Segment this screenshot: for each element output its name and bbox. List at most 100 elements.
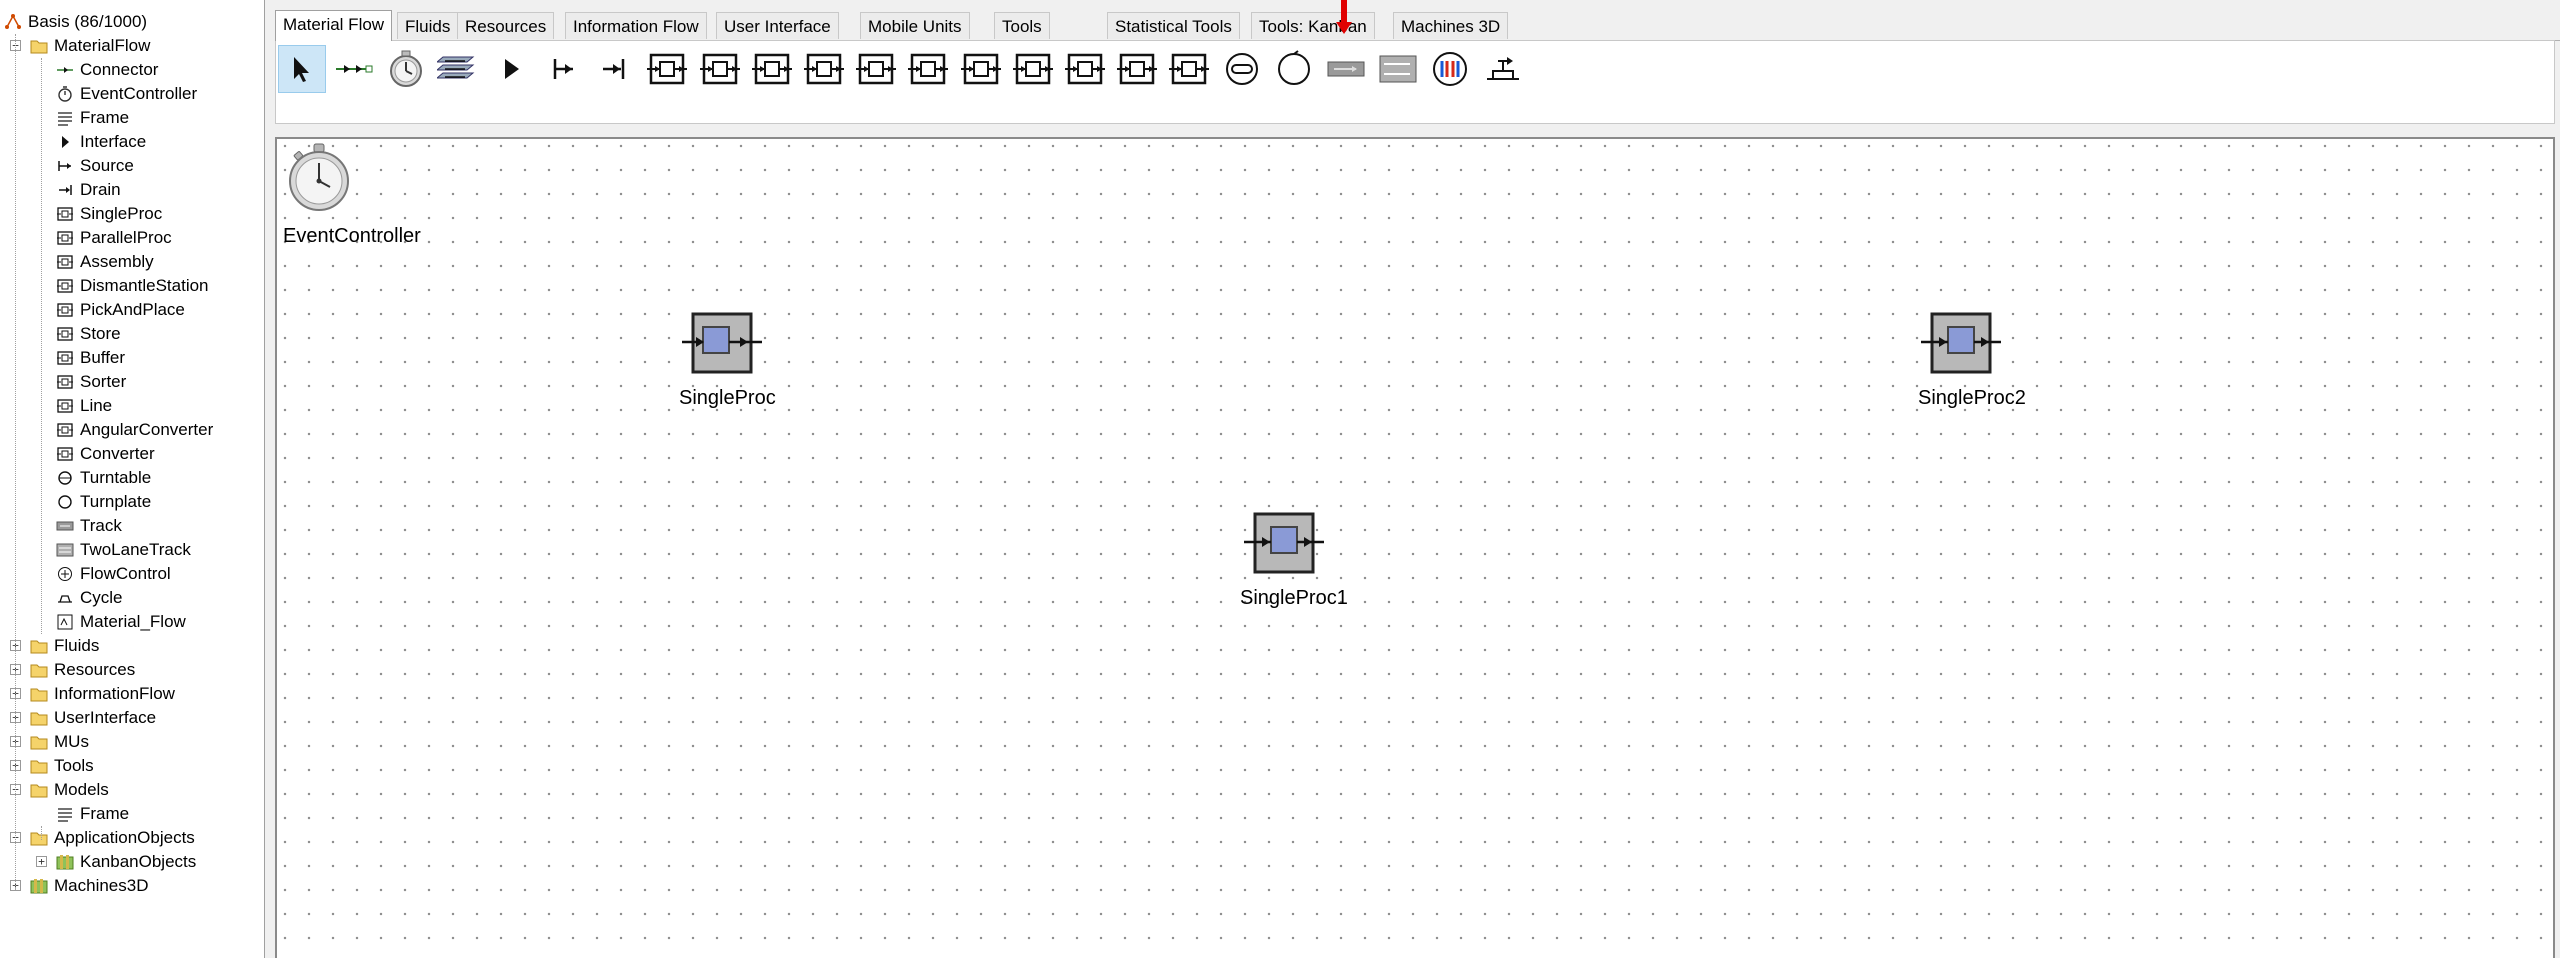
tree-folder-userinterface[interactable]: + UserInterface [0,706,264,730]
store-tool-icon [908,53,949,85]
tab-fluids[interactable]: Fluids [397,12,459,39]
flowcontrol-tool-button[interactable] [1426,45,1474,93]
tree-item-models-frame[interactable]: Frame [0,802,264,826]
tree-folder-applicationobjects[interactable]: − ApplicationObjects [0,826,264,850]
store-icon [56,325,74,343]
tree-item-connector[interactable]: Connector [0,58,264,82]
tree-item-machines3d[interactable]: + Machines3D [0,874,264,898]
station-icon [682,312,762,374]
tab-mobile-units[interactable]: Mobile Units [860,12,970,39]
singleproc-object[interactable] [680,312,764,376]
tab-user-interface[interactable]: User Interface [716,12,839,39]
tree-folder-tools[interactable]: + Tools [0,754,264,778]
tree-item-turnplate[interactable]: Turnplate [0,490,264,514]
singleproc1-object[interactable] [1242,512,1326,576]
tree-item-label: KanbanObjects [80,852,197,871]
singleproc-tool-icon [647,53,688,85]
tree-item-dismantlestation[interactable]: DismantleStation [0,274,264,298]
angularconverter-tool-button[interactable] [1113,45,1161,93]
buffer-tool-button[interactable] [957,45,1005,93]
angularconverter-icon [56,421,74,439]
tree-item-pickandplace[interactable]: PickAndPlace [0,298,264,322]
dismantlestation-tool-button[interactable] [800,45,848,93]
singleproc-tool-button[interactable] [643,45,691,93]
cycle-tool-button[interactable] [1479,45,1527,93]
tree-item-source[interactable]: Source [0,154,264,178]
model-frame-canvas[interactable]: EventController SingleProc SingleProc1 S… [275,137,2555,958]
tree-item-kanbanobjects[interactable]: + KanbanObjects [0,850,264,874]
converter-tool-button[interactable] [1165,45,1213,93]
interface-tool-button[interactable] [487,45,535,93]
tree-item-label: TwoLaneTrack [80,540,191,559]
tree-folder-resources[interactable]: + Resources [0,658,264,682]
sorter-tool-button[interactable] [1009,45,1057,93]
tab-material-flow[interactable]: Material Flow [275,10,393,41]
tree-item-converter[interactable]: Converter [0,442,264,466]
eventcontroller-icon [56,85,74,103]
eventcontroller-tool-button[interactable] [382,45,430,93]
tree-item-assembly[interactable]: Assembly [0,250,264,274]
tree-folder-fluids[interactable]: + Fluids [0,634,264,658]
tree-folder-informationflow[interactable]: + InformationFlow [0,682,264,706]
tree-item-sorter[interactable]: Sorter [0,370,264,394]
track-tool-icon [1327,61,1365,77]
tree-folder-mus[interactable]: + MUs [0,730,264,754]
parallelproc-tool-button[interactable] [696,45,744,93]
tree-item-material-flow[interactable]: Material_Flow [0,610,264,634]
class-library-tree[interactable]: Basis (86/1000) − MaterialFlow Connector Eve… [0,0,265,958]
tree-item-label: Buffer [80,348,126,367]
tab-tools-kanban[interactable]: Tools: Kanban [1251,12,1375,39]
tree-item-line[interactable]: Line [0,394,264,418]
tree-item-singleproc[interactable]: SingleProc [0,202,264,226]
folder-icon [30,661,48,679]
twolanetrack-tool-button[interactable] [1374,45,1422,93]
tree-item-drain[interactable]: Drain [0,178,264,202]
tree-item-frame[interactable]: Frame [0,106,264,130]
toolbox-tab-bar: Material Flow Fluids Resources Information … [275,10,2560,41]
tree-item-buffer[interactable]: Buffer [0,346,264,370]
folder-icon [30,733,48,751]
basis-icon [4,13,22,31]
line-icon [56,397,74,415]
expand-icon[interactable]: + [36,856,47,867]
tree-item-cycle[interactable]: Cycle [0,586,264,610]
tree-item-twolanetrack[interactable]: TwoLaneTrack [0,538,264,562]
tree-item-track[interactable]: Track [0,514,264,538]
drain-tool-button[interactable] [591,45,639,93]
pointer-tool-icon [294,57,309,82]
tree-item-store[interactable]: Store [0,322,264,346]
tree-root-basis[interactable]: Basis (86/1000) [0,10,264,34]
cycle-tool-icon [1486,57,1519,80]
tree-folder-models[interactable]: − Models [0,778,264,802]
pickandplace-tool-button[interactable] [852,45,900,93]
assembly-tool-button[interactable] [748,45,796,93]
tab-machines-3d[interactable]: Machines 3D [1393,12,1509,39]
tree-folder-materialflow[interactable]: − MaterialFlow [0,34,264,58]
pointer-tool-button[interactable] [278,45,326,93]
connector-tool-button[interactable] [330,45,378,93]
turnplate-tool-button[interactable] [1270,45,1318,93]
event-controller-object[interactable] [283,141,355,213]
tree-item-parallelproc[interactable]: ParallelProc [0,226,264,250]
tree-item-turntable[interactable]: Turntable [0,466,264,490]
tree-item-angularconverter[interactable]: AngularConverter [0,418,264,442]
tab-tools[interactable]: Tools [994,12,1050,39]
tree-item-interface[interactable]: Interface [0,130,264,154]
source-tool-button[interactable] [539,45,587,93]
tab-resources[interactable]: Resources [457,12,555,39]
tree-item-label: Frame [80,108,130,127]
track-tool-button[interactable] [1322,45,1370,93]
track-icon [56,517,74,535]
line-tool-button[interactable] [1061,45,1109,93]
turntable-tool-button[interactable] [1218,45,1266,93]
tree-item-label: Machines3D [54,876,149,895]
singleproc2-object[interactable] [1919,312,2003,376]
store-tool-button[interactable] [904,45,952,93]
tree-item-flowcontrol[interactable]: FlowControl [0,562,264,586]
converter-icon [56,445,74,463]
tree-item-eventcontroller[interactable]: EventController [0,82,264,106]
tab-information-flow[interactable]: Information Flow [565,12,707,39]
frame-tool-button[interactable] [435,45,483,93]
tab-statistical-tools[interactable]: Statistical Tools [1107,12,1240,39]
connector-tool-icon [336,65,373,73]
